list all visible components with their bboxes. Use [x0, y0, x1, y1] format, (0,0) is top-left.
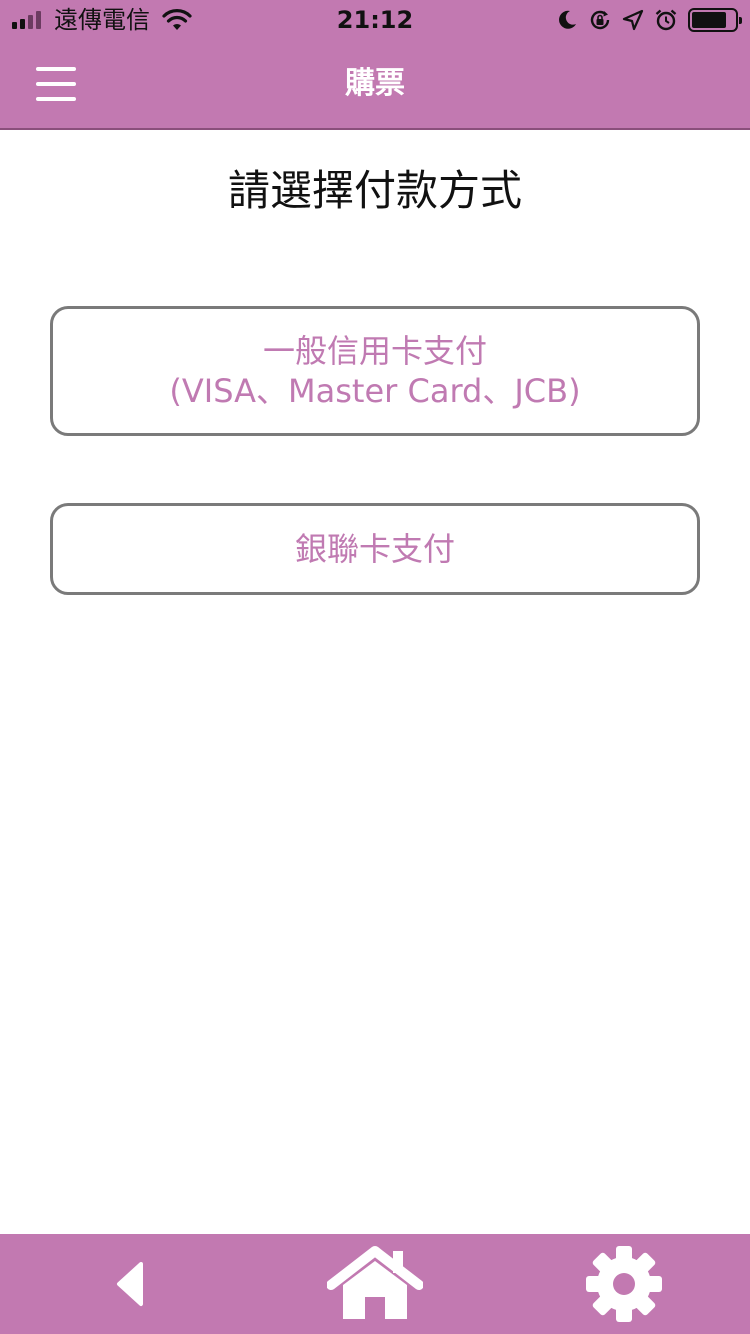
- home-icon: [327, 1246, 423, 1319]
- back-icon: [117, 1262, 143, 1306]
- settings-button[interactable]: [574, 1234, 674, 1334]
- credit-card-payment-button[interactable]: 一般信用卡支付 (VISA、Master Card、JCB): [50, 306, 700, 436]
- bottom-toolbar: [0, 1234, 750, 1334]
- credit-card-button-label: 一般信用卡支付: [262, 332, 487, 370]
- moon-icon: [559, 10, 576, 29]
- rotation-lock-icon: [590, 10, 610, 30]
- status-icons: [556, 7, 742, 33]
- location-icon: [622, 9, 644, 31]
- home-button[interactable]: [320, 1234, 430, 1334]
- main-content: 請選擇付款方式 一般信用卡支付 (VISA、Master Card、JCB) 銀…: [0, 130, 750, 1234]
- settings-icon: [586, 1246, 662, 1322]
- battery-icon: [688, 8, 742, 32]
- unionpay-payment-button[interactable]: 銀聯卡支付: [50, 503, 700, 595]
- page-title: 請選擇付款方式: [227, 166, 522, 215]
- status-bar: 遠傳電信 21:12: [0, 0, 750, 40]
- header: 遠傳電信 21:12 購票: [0, 0, 750, 130]
- nav-title: 購票: [345, 66, 405, 101]
- alarm-icon: [655, 9, 677, 31]
- unionpay-button-label: 銀聯卡支付: [294, 530, 455, 568]
- credit-card-button-sublabel: (VISA、Master Card、JCB): [169, 372, 581, 410]
- app-screen: 遠傳電信 21:12 購票 請選擇付款方式 一般信用卡支付 (VISA、Mast…: [0, 0, 750, 1334]
- nav-bar: 購票: [0, 40, 750, 128]
- back-button[interactable]: [90, 1234, 170, 1334]
